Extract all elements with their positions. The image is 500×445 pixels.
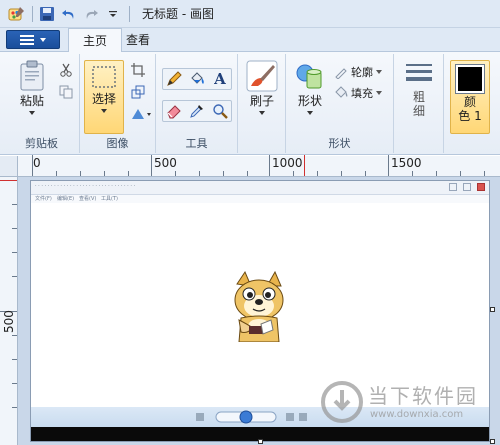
fill-bucket-icon[interactable]: [187, 69, 207, 89]
size-button[interactable]: 粗 细: [400, 60, 438, 118]
chevron-down-icon: [40, 37, 46, 42]
resize-icon[interactable]: [128, 82, 148, 102]
outline-icon: [335, 68, 347, 79]
pencil-icon[interactable]: [164, 69, 184, 89]
title-bar: 无标题 - 画图: [0, 0, 500, 28]
image-group-label: 图像: [106, 137, 129, 150]
brushes-button[interactable]: 刷子: [242, 60, 282, 115]
cut-icon[interactable]: [56, 60, 76, 80]
redo-icon[interactable]: [81, 4, 101, 24]
ribbon-tabs: 主页 查看: [0, 28, 500, 53]
paint-menu-button[interactable]: [6, 30, 60, 49]
rotate-icon[interactable]: [128, 104, 154, 124]
vertical-ruler: 500: [0, 177, 18, 445]
ruler-corner: [0, 156, 18, 177]
tab-view[interactable]: 查看: [112, 28, 164, 52]
chevron-down-icon: [29, 111, 35, 115]
paste-button[interactable]: 粘贴: [12, 60, 52, 115]
watermark-text: 当下软件园: [368, 384, 478, 408]
tools-group: A 工具: [156, 54, 238, 153]
chevron-down-icon: [307, 111, 313, 115]
undo-icon[interactable]: [59, 4, 79, 24]
fill-icon: [335, 86, 348, 98]
chevron-down-icon: [101, 109, 107, 113]
customize-toolbar-icon[interactable]: [103, 4, 123, 24]
chevron-down-icon: [259, 111, 265, 115]
watermark-logo-icon: [321, 381, 363, 423]
shapes-icon: [296, 64, 322, 89]
pasted-screenshot-menu: 文件(F) 编辑(E) 查看(V) 工具(T): [31, 195, 489, 203]
paint-app-icon[interactable]: [6, 4, 26, 24]
ribbon: 粘贴 剪贴板 选择 图像 A 工具 刷子 形状 轮廓 填充 形状 粗 细 颜 色…: [0, 52, 500, 155]
clipboard-icon: [20, 60, 44, 91]
window-title: 无标题 - 画图: [142, 7, 214, 21]
save-icon[interactable]: [37, 4, 57, 24]
chevron-down-icon: [376, 91, 382, 95]
crop-icon[interactable]: [128, 60, 148, 80]
outline-dropdown[interactable]: 轮廓: [334, 64, 382, 80]
quick-access-toolbar: [0, 0, 134, 28]
chevron-down-icon: [376, 70, 382, 74]
watermark-url: www.downxia.com: [370, 409, 464, 420]
clipboard-group: 粘贴 剪贴板: [4, 54, 80, 153]
color1-button[interactable]: 颜 色 1: [450, 60, 490, 134]
select-rectangle-icon: [92, 66, 116, 88]
brushes-group: 刷子: [238, 54, 286, 153]
toolbar-separator: [129, 5, 130, 22]
text-tool-icon[interactable]: A: [210, 69, 230, 89]
image-group: 选择 图像: [80, 54, 156, 153]
doge-image: [223, 270, 295, 343]
eraser-icon[interactable]: [164, 101, 184, 121]
horizontal-ruler: 0 500 1000 1500: [18, 155, 500, 177]
clipboard-group-label: 剪贴板: [25, 137, 58, 150]
magnifier-icon[interactable]: [210, 101, 230, 121]
canvas-resize-handle-right[interactable]: [490, 307, 495, 312]
toolbar-separator: [32, 5, 33, 22]
shapes-group: 形状 轮廓 填充 形状: [286, 54, 394, 153]
shapes-button[interactable]: 形状: [290, 60, 330, 115]
canvas-resize-handle-corner[interactable]: [490, 439, 495, 444]
select-button[interactable]: 选择: [84, 60, 124, 134]
brush-icon: [246, 60, 278, 92]
color1-swatch: [455, 64, 485, 94]
menu-icon: [20, 34, 34, 45]
size-group: 粗 细: [394, 54, 444, 153]
color-group: 颜 色 1: [444, 54, 500, 153]
fill-dropdown[interactable]: 填充: [334, 85, 382, 101]
canvas-resize-handle-bottom[interactable]: [258, 439, 263, 444]
shapes-group-label: 形状: [328, 137, 351, 150]
copy-icon[interactable]: [56, 82, 76, 102]
tools-group-label: 工具: [185, 137, 208, 150]
watermark: 当下软件园 www.downxia.com: [318, 378, 500, 430]
line-width-icon: [406, 64, 432, 81]
color-picker-icon[interactable]: [187, 101, 207, 121]
pasted-screenshot-titlebar: . . . . . . . . . . . . . . . . . . . . …: [31, 181, 489, 195]
